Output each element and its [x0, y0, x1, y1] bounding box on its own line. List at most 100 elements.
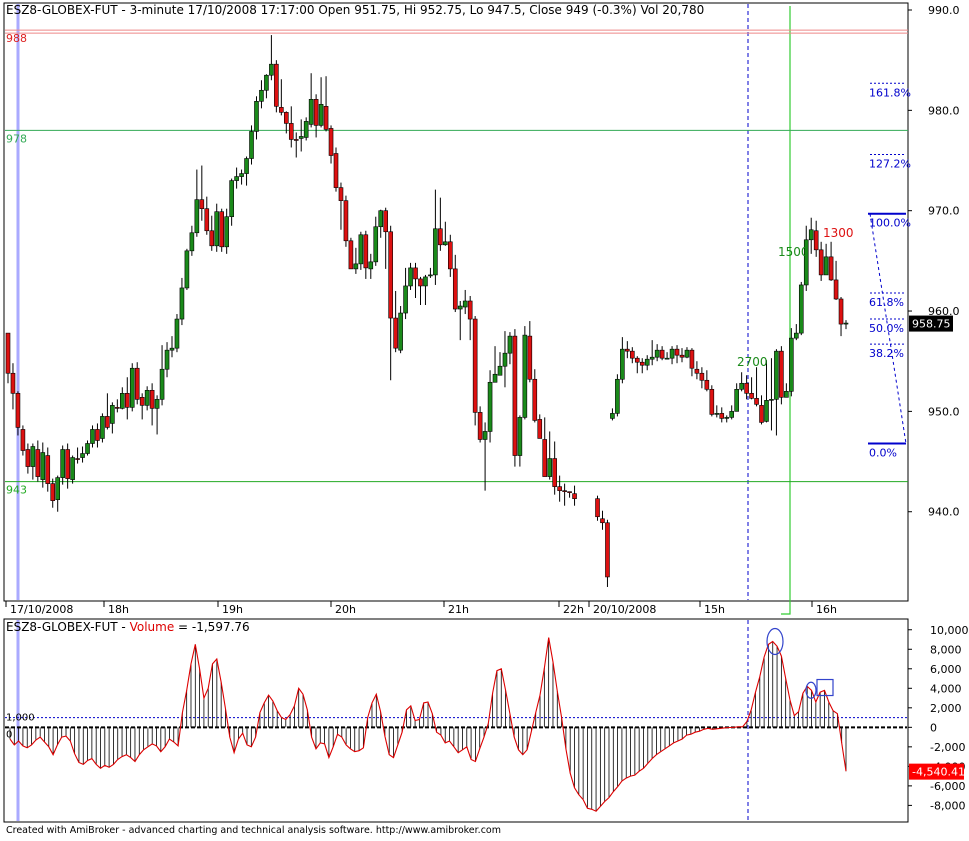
candle-body [759, 405, 764, 423]
volume-y-tick-label: 8,000 [930, 643, 962, 656]
candle-body [639, 361, 645, 366]
candle-body [343, 200, 349, 242]
fib-level-label: 100.0% [869, 217, 911, 230]
candle-body [808, 229, 814, 241]
price-annotation: 1500 [778, 245, 809, 259]
x-tick-label: 15h [704, 603, 725, 616]
candle-body [749, 393, 754, 399]
volume-y-tick-label: 4,000 [930, 682, 962, 695]
candle-body [843, 322, 849, 325]
candle-body [179, 287, 185, 320]
candle-body [308, 99, 314, 125]
candle-body [654, 349, 660, 358]
candle-body [20, 429, 26, 451]
candle-body [154, 399, 160, 409]
candle-body [368, 261, 374, 270]
fib-level-label: 50.0% [869, 322, 904, 335]
volume-y-tick-label: 0 [930, 721, 937, 734]
candle-body [328, 128, 334, 156]
candle-body [70, 457, 75, 480]
amibroker-chart: ESZ8-GLOBEX-FUT - 3-minute 17/10/2008 17… [0, 0, 969, 837]
candle-body [818, 249, 824, 276]
candle-body [269, 63, 274, 76]
candle-body [363, 234, 369, 269]
volume-last-value-label: -4,540.41 [912, 766, 965, 779]
volume-dash: - [118, 620, 130, 634]
candle-body [764, 400, 769, 422]
candle-body [224, 216, 229, 248]
x-tick-label: 19h [222, 603, 243, 616]
candle-body [532, 378, 538, 421]
candle-body [823, 256, 829, 276]
candle-body [194, 199, 200, 234]
candle-body [85, 443, 90, 454]
candle-body [35, 449, 41, 477]
candle-body [144, 390, 150, 406]
candle-body [313, 99, 319, 126]
candle-body [828, 256, 834, 281]
candle-body [80, 453, 85, 458]
volume-y-tick-label: -2,000 [930, 741, 965, 754]
price-y-tick-label: 990.0 [928, 4, 960, 17]
x-tick-label: 17/10/2008 [10, 603, 73, 616]
volume-y-tick-label: -8,000 [930, 799, 965, 812]
candle-body [719, 413, 725, 419]
volume-y-tick-label: 10,000 [930, 624, 969, 637]
candle-body [744, 382, 749, 394]
price-annotation: 1300 [823, 226, 854, 240]
volume-symbol: ESZ8-GLOBEX-FUT [6, 620, 118, 634]
candle-body [408, 267, 413, 287]
candle-body [90, 429, 95, 444]
candle-body [139, 397, 145, 406]
candle-body [50, 483, 56, 501]
candle-body [527, 335, 533, 380]
candle-body [679, 354, 685, 358]
candle-body [452, 268, 458, 310]
candle-body [298, 136, 304, 139]
candle-body [229, 180, 234, 218]
volume-left-label: 0 [6, 729, 12, 740]
candle-body [714, 413, 720, 415]
candle-body [199, 199, 205, 209]
candle-body [209, 230, 215, 247]
candle-body [512, 335, 518, 456]
volume-left-label: 1,000 [6, 713, 35, 724]
chart-canvas: ESZ8-GLOBEX-FUT - 3-minute 17/10/2008 17… [3, 2, 969, 836]
candle-body [129, 367, 135, 408]
candle-body [303, 121, 309, 138]
candle-body [249, 131, 254, 159]
candle-body [552, 458, 557, 487]
candle-body [789, 337, 794, 392]
candle-body [124, 393, 130, 408]
candle-body [659, 349, 665, 359]
candle-body [779, 350, 784, 398]
candle-body [10, 372, 16, 394]
candle-body [40, 452, 46, 480]
candle-body [838, 298, 844, 325]
candle-body [684, 349, 690, 358]
candle-body [482, 431, 488, 440]
volume-y-tick-label: 2,000 [930, 702, 962, 715]
volume-indicator-value: = -1,597.76 [174, 620, 249, 634]
candle-body [403, 285, 408, 314]
candle-body [244, 158, 249, 174]
candle-body [174, 318, 180, 349]
candle-body [115, 407, 120, 409]
candle-body [462, 300, 468, 308]
candle-body [798, 284, 804, 334]
candle-body [239, 173, 244, 177]
candle-body [704, 379, 710, 390]
candle-body [184, 250, 190, 289]
price-y-tick-label: 950.0 [928, 405, 960, 418]
price-summary: - 3-minute 17/10/2008 17:17:00 Open 951.… [118, 3, 705, 17]
last-price-label: 958.75 [912, 318, 951, 331]
candle-body [507, 335, 513, 354]
volume-indicator-name: Volume [130, 620, 175, 634]
candle-body [5, 332, 11, 374]
candle-body [418, 278, 423, 287]
candle-body [542, 439, 548, 477]
x-tick-label: 20/10/2008 [593, 603, 656, 616]
fib-level-label: 38.2% [869, 347, 904, 360]
candle-body [413, 267, 418, 280]
candle-body [373, 226, 379, 263]
